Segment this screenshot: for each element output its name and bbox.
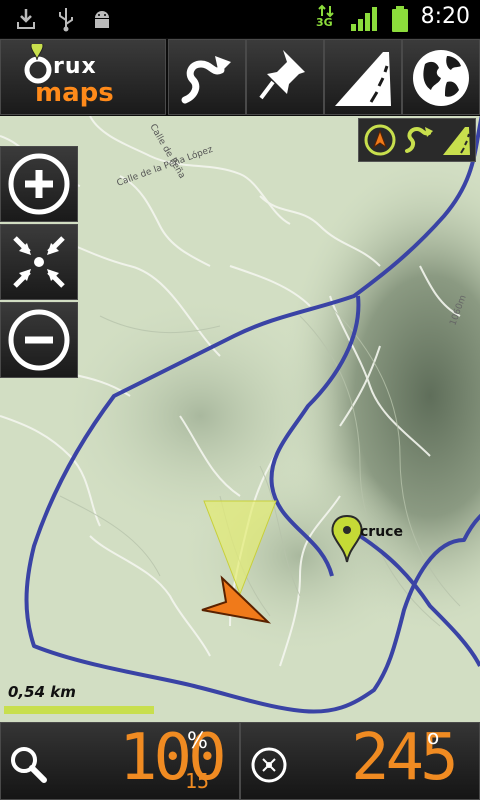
route-button[interactable] — [168, 39, 246, 115]
app-logo[interactable]: rux maps — [0, 39, 166, 115]
status-bar: 3G 8:20 — [0, 0, 480, 38]
magnifier-icon — [11, 747, 47, 783]
zoom-out-icon — [8, 309, 70, 371]
globe-button[interactable] — [402, 39, 480, 115]
road-button[interactable] — [324, 39, 402, 115]
mini-toolbar — [358, 118, 476, 162]
top-toolbar: rux maps — [0, 38, 480, 116]
battery-icon — [392, 6, 408, 32]
signal-bars-icon — [351, 7, 377, 31]
road-small-icon[interactable] — [439, 123, 473, 157]
road-icon — [335, 52, 391, 106]
zoom-unit: % — [187, 729, 208, 754]
network-arrows-icon — [318, 4, 334, 18]
zoom-out-button[interactable] — [0, 302, 78, 378]
waypoint-button[interactable] — [246, 39, 324, 115]
clock: 8:20 — [420, 4, 470, 29]
center-button[interactable] — [0, 224, 78, 300]
zoom-in-button[interactable] — [0, 146, 78, 222]
scale-bar — [4, 706, 154, 714]
scale-label: 0,54 km — [8, 683, 76, 701]
heading-panel[interactable]: 245 o — [240, 721, 480, 800]
zoom-panel[interactable]: 100 % 15 — [0, 721, 240, 800]
android-debug-icon — [95, 11, 109, 28]
logo-text-top: rux — [53, 54, 97, 79]
zoom-level: 15 — [185, 769, 210, 793]
globe-icon — [413, 50, 469, 106]
route-icon — [181, 56, 231, 104]
usb-icon — [59, 8, 73, 32]
waypoint-pin-icon — [259, 50, 305, 100]
compass-icon — [251, 747, 287, 783]
download-icon — [17, 9, 35, 29]
compass-small-icon[interactable] — [363, 123, 397, 157]
center-icon — [13, 236, 65, 288]
bottom-bar: 100 % 15 245 o — [0, 721, 480, 800]
zoom-in-icon — [8, 153, 70, 215]
logo-text-bottom: maps — [35, 78, 114, 108]
heading-unit: o — [427, 725, 440, 749]
route-small-icon[interactable] — [401, 123, 435, 157]
waypoint-label: cruce — [360, 524, 403, 540]
